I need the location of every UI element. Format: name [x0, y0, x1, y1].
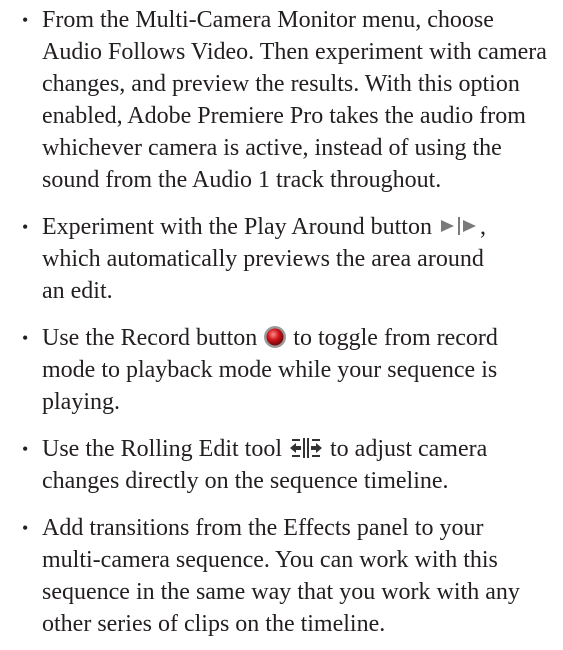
text-segment: to adjust camera: [330, 436, 488, 462]
text-line: Use the Record button to toggle from rec…: [42, 322, 498, 354]
bullet-marker: •: [22, 518, 29, 538]
text-line: Audio Follows Video. Then experiment wit…: [42, 39, 547, 65]
text-line: changes, and preview the results. With t…: [42, 71, 520, 97]
text-segment: Experiment with the Play Around button: [42, 214, 432, 240]
bullet-marker: •: [22, 217, 29, 237]
text-segment: to toggle from record: [293, 325, 498, 351]
text-line: multi-camera sequence. You can work with…: [42, 547, 498, 573]
text-segment: Use the Record button: [42, 325, 258, 351]
bullet-marker: •: [22, 10, 29, 30]
text-segment: ,: [479, 214, 486, 240]
text-line: playing.: [42, 389, 120, 415]
record-icon: [263, 325, 287, 349]
play-around-icon: [438, 215, 480, 237]
text-line: sound from the Audio 1 track throughout.: [42, 167, 442, 193]
text-line: Add transitions from the Effects panel t…: [42, 515, 484, 541]
text-line: mode to playback mode while your sequenc…: [42, 357, 498, 383]
text-line: which automatically previews the area ar…: [42, 246, 484, 272]
bullet-marker: •: [22, 328, 29, 348]
rolling-edit-icon: [288, 437, 324, 459]
text-line: an edit.: [42, 278, 113, 304]
text-line: Use the Rolling Edit tool to adjust came…: [42, 433, 487, 465]
text-line: other series of clips on the timeline.: [42, 611, 386, 637]
text-line: Experiment with the Play Around button ,: [42, 211, 486, 243]
text-line: sequence in the same way that you work w…: [42, 579, 520, 605]
text-line: changes directly on the sequence timelin…: [42, 468, 449, 494]
text-line: enabled, Adobe Premiere Pro takes the au…: [42, 103, 526, 129]
text-segment: Use the Rolling Edit tool: [42, 436, 282, 462]
text-line: From the Multi-Camera Monitor menu, choo…: [42, 7, 494, 33]
bullet-marker: •: [22, 439, 29, 459]
text-line: whichever camera is active, instead of u…: [42, 135, 502, 161]
